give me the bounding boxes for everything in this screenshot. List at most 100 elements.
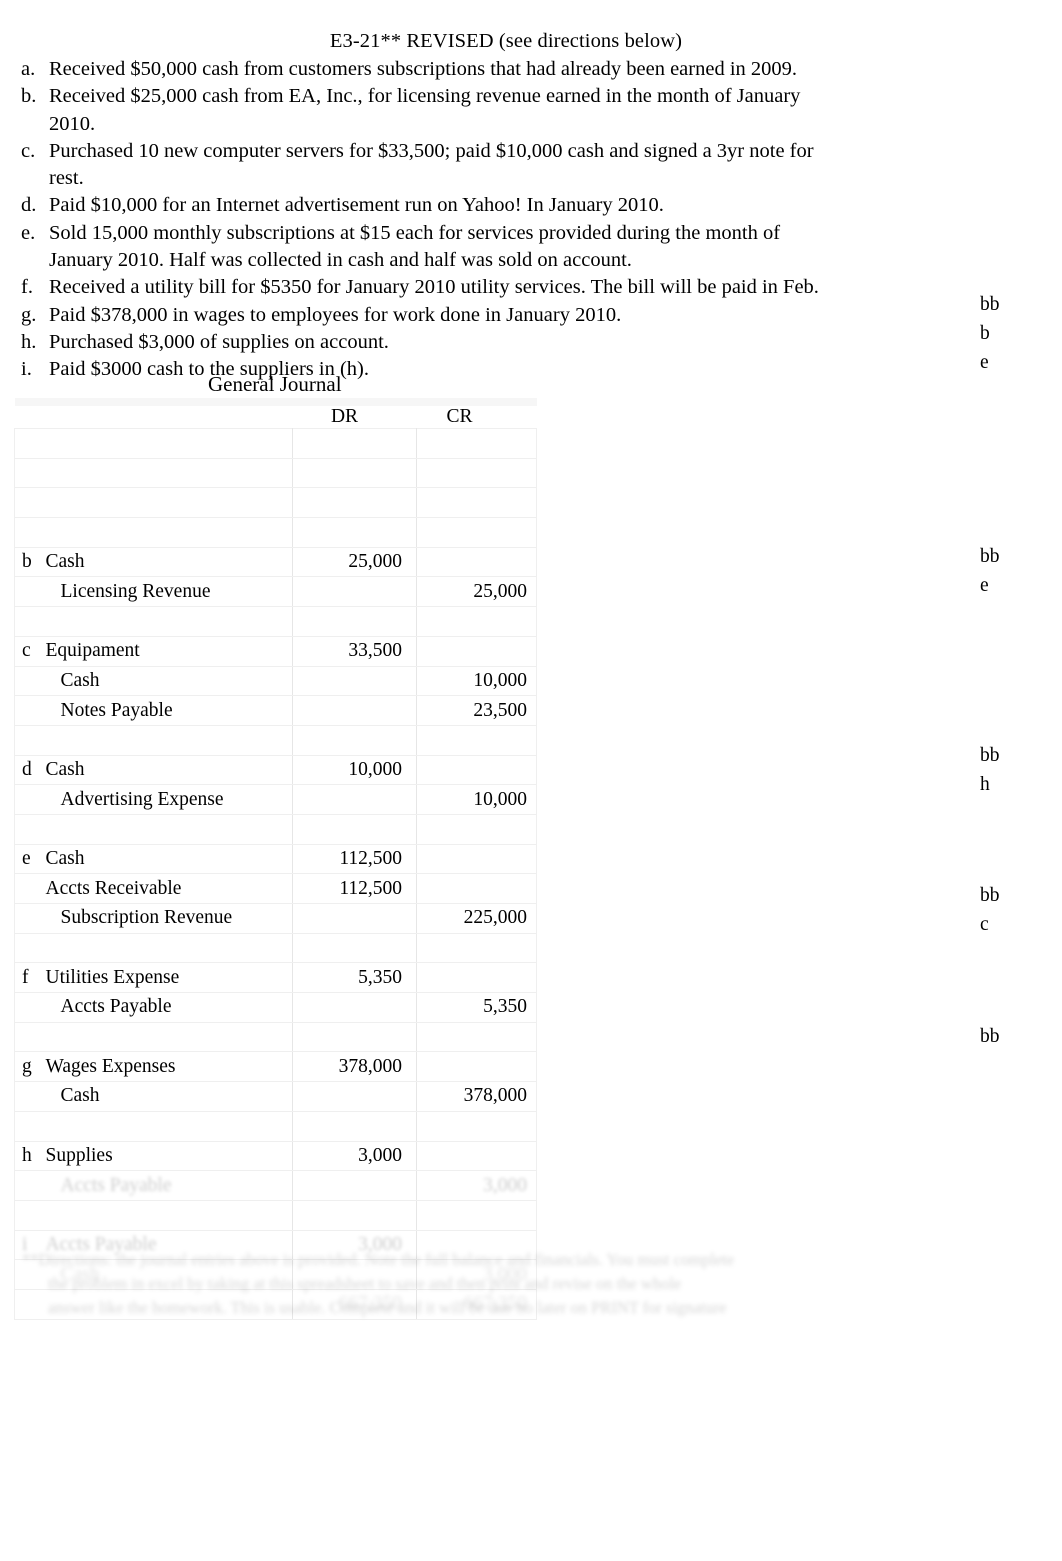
row-dr xyxy=(292,665,417,697)
table-row[interactable] xyxy=(14,1199,537,1231)
table-row[interactable] xyxy=(14,457,537,489)
table-row[interactable]: h Supplies 3,000 xyxy=(14,1140,537,1172)
row-account xyxy=(40,457,293,489)
table-row[interactable] xyxy=(14,932,537,964)
row-dr xyxy=(292,1081,417,1112)
margin-note: bb c xyxy=(980,881,1000,939)
row-dr: 33,500 xyxy=(292,635,417,667)
row-letter: h xyxy=(14,1140,41,1172)
row-cr xyxy=(416,1199,537,1231)
row-account xyxy=(40,606,293,637)
margin-note: bb xyxy=(980,1022,1000,1051)
table-row[interactable]: f Utilities Expense 5,350 xyxy=(14,962,537,994)
row-account xyxy=(40,1021,293,1053)
row-dr xyxy=(292,1199,417,1231)
row-account: Licensing Revenue xyxy=(40,576,293,608)
row-letter xyxy=(14,487,41,519)
row-dr xyxy=(292,992,417,1023)
list-item-marker: f. xyxy=(21,276,33,299)
row-cr xyxy=(416,1110,537,1142)
row-letter xyxy=(14,606,41,637)
journal-col-cr: CR xyxy=(446,406,473,427)
table-row[interactable]: e Cash 112,500 xyxy=(14,843,537,875)
list-item: h. Purchased $3,000 of supplies on accou… xyxy=(18,329,918,356)
row-dr xyxy=(292,724,417,756)
row-letter: d xyxy=(14,754,41,786)
row-letter xyxy=(14,665,41,697)
row-cr xyxy=(416,962,537,994)
list-item-text: Received $25,000 cash from EA, Inc., for… xyxy=(49,85,801,135)
table-row[interactable]: d Cash 10,000 xyxy=(14,754,537,786)
table-row[interactable] xyxy=(14,428,537,459)
table-row[interactable]: Accts Payable 5,350 xyxy=(14,992,537,1023)
row-account: Utilities Expense xyxy=(40,962,293,994)
table-row[interactable] xyxy=(14,517,537,548)
margin-note-text: bb xyxy=(980,1026,1000,1047)
table-row[interactable] xyxy=(14,724,537,756)
margin-note: bb e xyxy=(980,542,1000,600)
table-row[interactable]: Cash 378,000 xyxy=(14,1081,537,1112)
margin-note-text: bb b e xyxy=(980,294,1000,373)
row-cr xyxy=(416,724,537,756)
row-cr xyxy=(416,1140,537,1172)
list-item-text: Paid $10,000 for an Internet advertiseme… xyxy=(49,194,664,217)
row-letter xyxy=(14,1081,41,1112)
row-dr xyxy=(292,576,417,608)
row-dr: 378,000 xyxy=(292,1051,417,1083)
transaction-list: a. Received $50,000 cash from customers … xyxy=(18,56,918,384)
table-row[interactable]: Accts Receivable 112,500 xyxy=(14,873,537,904)
table-row[interactable] xyxy=(14,813,537,845)
row-account: Cash xyxy=(40,843,293,875)
row-account: Equipament xyxy=(40,635,293,667)
table-row[interactable]: Advertising Expense 10,000 xyxy=(14,784,537,815)
row-letter xyxy=(14,992,41,1023)
row-account: Wages Expenses xyxy=(40,1051,293,1083)
list-item-marker: a. xyxy=(21,58,36,80)
table-row[interactable]: Subscription Revenue 225,000 xyxy=(14,903,537,934)
table-row[interactable]: Cash 10,000 xyxy=(14,665,537,697)
table-row[interactable] xyxy=(14,1021,537,1053)
table-row[interactable] xyxy=(14,1110,537,1142)
row-cr: 5,350 xyxy=(416,992,537,1023)
journal-header-band xyxy=(14,398,537,406)
row-cr: 23,500 xyxy=(416,695,537,726)
list-item-text: Purchased $3,000 of supplies on account. xyxy=(49,330,389,353)
row-letter xyxy=(14,517,41,548)
row-letter xyxy=(14,873,41,904)
list-item: c. Purchased 10 new computer servers for… xyxy=(18,138,918,193)
row-cr: 10,000 xyxy=(416,665,537,697)
row-cr xyxy=(416,932,537,964)
table-row[interactable] xyxy=(14,606,537,637)
row-dr xyxy=(292,784,417,815)
page-title: E3-21** REVISED (see directions below) xyxy=(329,30,683,52)
table-row[interactable] xyxy=(14,487,537,519)
table-row[interactable]: c Equipament 33,500 xyxy=(14,635,537,667)
table-row[interactable]: Licensing Revenue 25,000 xyxy=(14,576,537,608)
row-letter: g xyxy=(14,1051,41,1083)
row-dr: 5,350 xyxy=(292,962,417,994)
row-cr xyxy=(416,754,537,786)
row-dr: 25,000 xyxy=(292,546,417,578)
row-letter xyxy=(14,457,41,489)
table-row[interactable]: Notes Payable 23,500 xyxy=(14,695,537,726)
row-account: Supplies xyxy=(40,1140,293,1172)
journal-col-dr: DR xyxy=(330,406,359,427)
table-row[interactable]: g Wages Expenses 378,000 xyxy=(14,1051,537,1083)
list-item: i. Paid $3000 cash to the suppliers in (… xyxy=(18,356,918,383)
row-cr xyxy=(416,843,537,875)
list-item: e. Sold 15,000 monthly subscriptions at … xyxy=(18,220,918,275)
list-item-marker: i. xyxy=(21,358,32,381)
row-letter xyxy=(14,932,41,964)
list-item-marker: b. xyxy=(21,85,37,108)
row-cr xyxy=(416,813,537,845)
row-letter: e xyxy=(14,843,41,875)
list-item-text: Paid $3000 cash to the suppliers in (h). xyxy=(49,358,369,381)
margin-note: bb b e xyxy=(980,290,1000,377)
list-item: b. Received $25,000 cash from EA, Inc., … xyxy=(18,83,918,138)
list-item-text: Paid $378,000 in wages to employees for … xyxy=(49,303,622,326)
table-row[interactable]: Accts Payable 3,000 xyxy=(14,1170,537,1201)
row-account xyxy=(40,724,293,756)
journal-title: General Journal xyxy=(208,372,342,396)
margin-note-text: bb c xyxy=(980,885,1000,935)
table-row[interactable]: b Cash 25,000 xyxy=(14,546,537,578)
